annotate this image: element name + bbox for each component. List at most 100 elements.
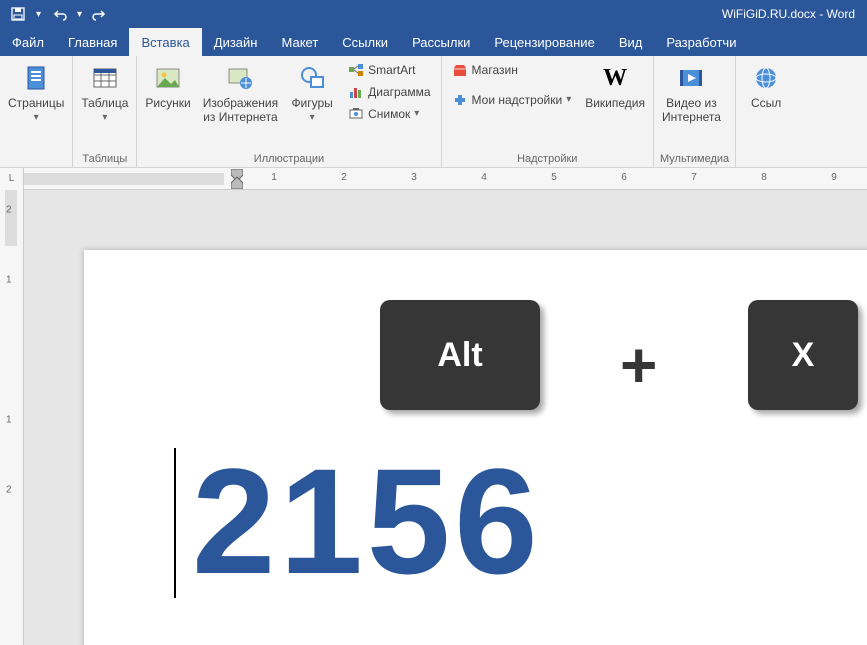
- window-title: WiFiGiD.RU.docx - Word: [722, 7, 855, 21]
- pages-button[interactable]: Страницы ▾: [6, 60, 66, 126]
- ribbon: Страницы ▾ Таблица ▾ Таблицы Рисунки: [0, 56, 867, 168]
- store-label: Магазин: [472, 63, 518, 77]
- tab-view[interactable]: Вид: [607, 28, 655, 56]
- tab-developer[interactable]: Разработчи: [654, 28, 748, 56]
- document-page[interactable]: Alt + X 2156: [84, 250, 867, 645]
- redo-button[interactable]: [90, 4, 110, 24]
- ribbon-tabs: Файл Главная Вставка Дизайн Макет Ссылки…: [0, 28, 867, 56]
- pictures-label: Рисунки: [145, 96, 190, 110]
- quick-access-toolbar: ▾ ▾: [8, 4, 110, 24]
- tab-mailings[interactable]: Рассылки: [400, 28, 482, 56]
- ruler-h-num: 1: [271, 172, 277, 183]
- undo-button[interactable]: [49, 4, 69, 24]
- key-x-label: X: [792, 336, 815, 375]
- illustrations-small-col: SmartArt Диаграмма Снимок ▾: [344, 60, 434, 124]
- undo-dropdown-icon[interactable]: ▾: [77, 9, 82, 20]
- text-cursor: [174, 448, 176, 598]
- tab-layout[interactable]: Макет: [269, 28, 330, 56]
- ruler-v-margin-shade: [5, 190, 17, 246]
- ruler-h-num: 2: [341, 172, 347, 183]
- tab-references[interactable]: Ссылки: [330, 28, 400, 56]
- pictures-button[interactable]: Рисунки: [143, 60, 192, 112]
- pages-label: Страницы: [8, 96, 64, 110]
- online-pictures-icon: [224, 62, 256, 94]
- ruler-v-num: 1: [6, 275, 12, 286]
- group-illustrations: Рисунки Изображения из Интернета Фигуры …: [137, 56, 441, 167]
- ruler-h-num: 3: [411, 172, 417, 183]
- ruler-v-num: 1: [6, 415, 12, 426]
- ruler-h-num: 9: [831, 172, 837, 183]
- group-media: Видео из Интернета Мультимедиа: [654, 56, 736, 167]
- online-pictures-label: Изображения из Интернета: [203, 96, 278, 125]
- wikipedia-label: Википедия: [585, 96, 645, 110]
- online-pictures-button[interactable]: Изображения из Интернета: [201, 60, 280, 127]
- save-button[interactable]: [8, 4, 28, 24]
- wikipedia-button[interactable]: W Википедия: [583, 60, 647, 112]
- smartart-button[interactable]: SmartArt: [344, 60, 434, 80]
- smartart-label: SmartArt: [368, 63, 415, 77]
- shapes-icon: [296, 62, 328, 94]
- qat-dropdown-icon[interactable]: ▾: [36, 9, 41, 20]
- pages-dropdown-icon: ▾: [34, 112, 39, 124]
- group-links-label: [742, 151, 790, 165]
- addins-icon: [452, 92, 468, 108]
- key-alt-label: Alt: [437, 336, 482, 375]
- ruler-corner[interactable]: L: [0, 168, 24, 190]
- myaddins-dropdown-icon: ▾: [566, 94, 571, 106]
- group-media-label: Мультимедиа: [660, 151, 729, 165]
- chart-label: Диаграмма: [368, 85, 430, 99]
- link-icon: [750, 62, 782, 94]
- group-addins-label: Надстройки: [448, 151, 647, 165]
- ruler-v-num: 2: [6, 205, 12, 216]
- tab-insert[interactable]: Вставка: [129, 28, 201, 56]
- store-button[interactable]: Магазин: [448, 60, 576, 80]
- ruler-v-num: 2: [6, 485, 12, 496]
- ruler-margin-shade: [24, 173, 224, 185]
- shapes-label: Фигуры: [291, 96, 332, 110]
- screenshot-label: Снимок: [368, 107, 410, 121]
- shapes-dropdown-icon: ▾: [310, 112, 315, 124]
- ruler-h-num: 4: [481, 172, 487, 183]
- ruler-h-track: 2 1 1 2 3 4 5 6 7 8 9: [24, 168, 867, 190]
- table-label: Таблица: [81, 96, 128, 110]
- plus-symbol: +: [620, 328, 657, 402]
- screenshot-dropdown-icon: ▾: [414, 108, 419, 120]
- group-links: Ссыл: [736, 56, 796, 167]
- ruler-h-num: 6: [621, 172, 627, 183]
- tab-review[interactable]: Рецензирование: [482, 28, 606, 56]
- group-tables: Таблица ▾ Таблицы: [73, 56, 137, 167]
- store-icon: [452, 62, 468, 78]
- tab-home[interactable]: Главная: [56, 28, 129, 56]
- screenshot-icon: [348, 106, 364, 122]
- tab-file[interactable]: Файл: [0, 28, 56, 56]
- indent-marker-icon[interactable]: [231, 169, 243, 189]
- screenshot-button[interactable]: Снимок ▾: [344, 104, 434, 124]
- online-video-button[interactable]: Видео из Интернета: [660, 60, 723, 127]
- group-tables-label: Таблицы: [79, 151, 130, 165]
- chart-icon: [348, 84, 364, 100]
- page-viewport[interactable]: Alt + X 2156: [24, 190, 867, 645]
- vertical-ruler[interactable]: 2 1 1 2: [0, 190, 24, 645]
- online-video-label: Видео из Интернета: [662, 96, 721, 125]
- horizontal-ruler[interactable]: L 2 1 1 2 3 4 5 6 7 8 9: [0, 168, 867, 190]
- chart-button[interactable]: Диаграмма: [344, 82, 434, 102]
- shapes-button[interactable]: Фигуры ▾: [288, 60, 336, 126]
- my-addins-button[interactable]: Мои надстройки ▾: [448, 90, 576, 110]
- group-illustrations-label: Иллюстрации: [143, 151, 434, 165]
- links-button[interactable]: Ссыл: [742, 60, 790, 112]
- table-icon: [89, 62, 121, 94]
- group-addins: Магазин Мои надстройки ▾ W Википедия Над…: [442, 56, 654, 167]
- big-number-text[interactable]: 2156: [192, 435, 542, 608]
- ruler-h-num: 5: [551, 172, 557, 183]
- addins-col: Магазин Мои надстройки ▾: [448, 60, 576, 110]
- ruler-h-num: 8: [761, 172, 767, 183]
- table-dropdown-icon: ▾: [102, 112, 107, 124]
- pictures-icon: [152, 62, 184, 94]
- video-icon: [675, 62, 707, 94]
- links-label: Ссыл: [751, 96, 781, 110]
- wikipedia-icon: W: [599, 62, 631, 94]
- table-button[interactable]: Таблица ▾: [79, 60, 130, 126]
- tab-design[interactable]: Дизайн: [202, 28, 270, 56]
- smartart-icon: [348, 62, 364, 78]
- key-x: X: [748, 300, 858, 410]
